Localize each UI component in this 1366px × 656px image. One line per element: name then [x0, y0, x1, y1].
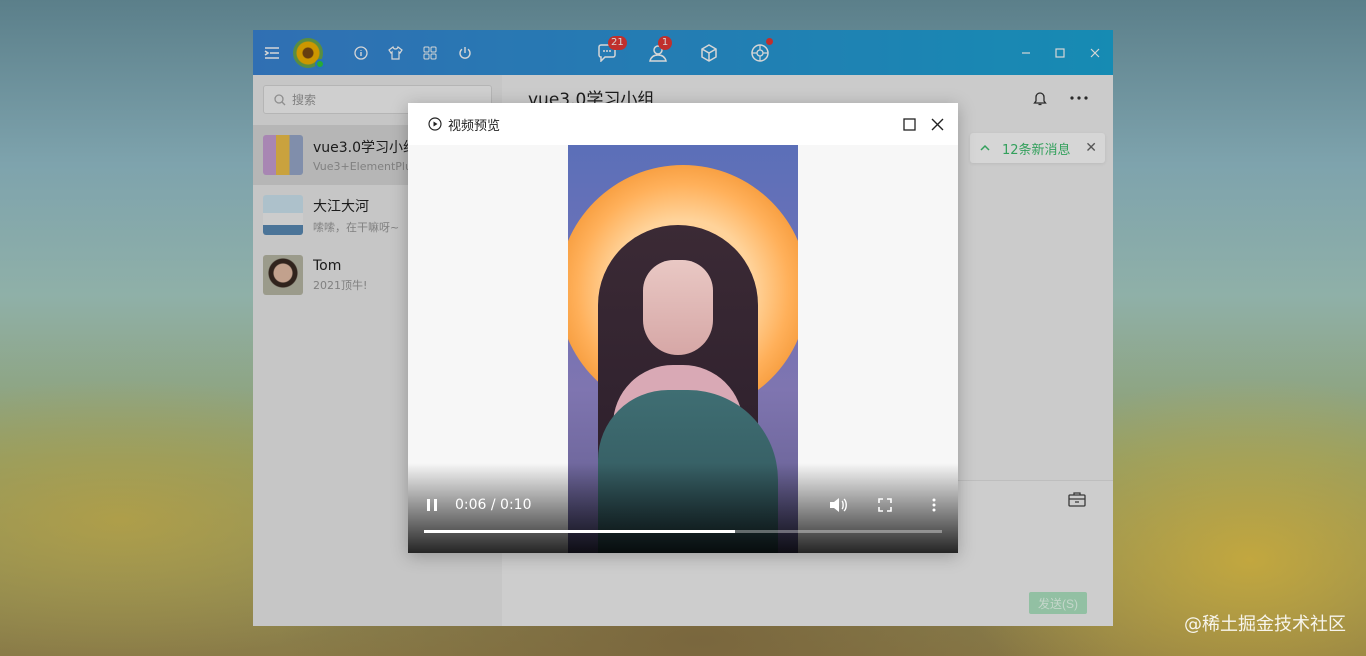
- video-player[interactable]: 0:06 / 0:10: [408, 145, 958, 553]
- fullscreen-icon[interactable]: [877, 497, 893, 513]
- video-progress-fill: [424, 530, 735, 533]
- play-circle-icon: [428, 117, 442, 131]
- watermark: @稀土掘金技术社区: [1184, 614, 1346, 635]
- video-progress-bar[interactable]: [424, 530, 942, 533]
- more-options-icon[interactable]: [926, 497, 942, 513]
- volume-icon[interactable]: [828, 497, 848, 513]
- maximize-dialog-icon[interactable]: [900, 115, 918, 133]
- dialog-header: 视频预览: [408, 103, 958, 145]
- video-time: 0:06 / 0:10: [455, 497, 532, 513]
- dialog-title: 视频预览: [448, 118, 501, 134]
- pause-icon[interactable]: [424, 497, 440, 513]
- close-dialog-icon[interactable]: [928, 115, 946, 133]
- video-controls: 0:06 / 0:10: [408, 463, 958, 553]
- video-preview-dialog: 视频预览 0:06 / 0:10: [408, 103, 958, 553]
